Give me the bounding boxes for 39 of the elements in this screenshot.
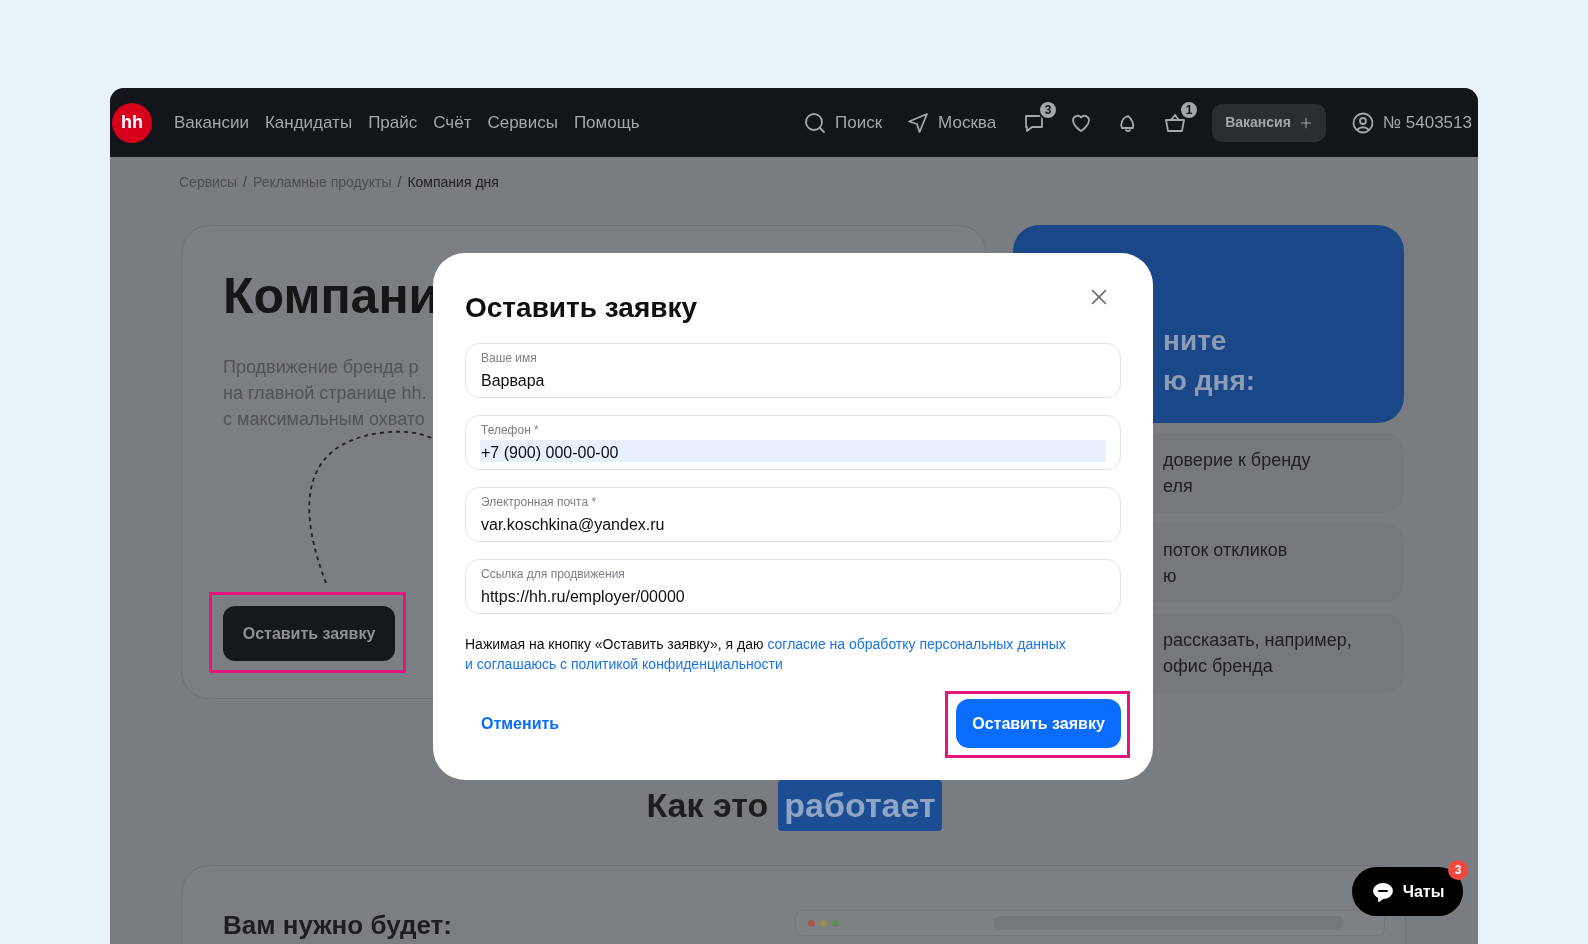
field-label: Электронная почта * xyxy=(481,495,597,510)
consent-text: Нажимая на кнопку «Оставить заявку», я даю согласие на обработку персональных данных и соглашаюсь с политикой конфиденциальности xyxy=(465,635,1067,674)
promo-title: ните ю дня: xyxy=(1163,324,1257,398)
city-link[interactable]: Москва xyxy=(906,109,997,136)
nav-link[interactable]: Прайс xyxy=(368,109,418,136)
requirements-title: Вам нужно будет: xyxy=(223,909,452,942)
nav-link[interactable]: Сервисы xyxy=(487,109,558,136)
benefit-text: доверие к бренду еля xyxy=(1163,449,1312,498)
consent-link[interactable]: согласие на обработку персональных данных xyxy=(767,636,1066,652)
submit-button[interactable]: Оставить заявку xyxy=(956,699,1121,748)
breadcrumb-current[interactable]: Компания дня xyxy=(407,172,499,193)
logo[interactable]: hh xyxy=(112,102,152,143)
count-badge: 1 xyxy=(1179,99,1200,120)
search-link[interactable]: Поиск xyxy=(802,109,883,136)
account-link[interactable]: № 5403513 xyxy=(1350,109,1472,136)
nav-link[interactable]: Вакансии xyxy=(174,109,249,136)
breadcrumb-separator: / xyxy=(243,173,247,192)
consent-link[interactable]: и соглашаюсь с политикой конфиденциальности xyxy=(465,656,783,672)
submit-request-button[interactable]: Оставить заявку xyxy=(223,606,395,661)
modal-title: Оставить заявку xyxy=(465,291,698,325)
hero-title: Компани xyxy=(223,267,440,326)
nav-link[interactable]: Кандидаты xyxy=(264,109,353,136)
plus-icon xyxy=(1298,115,1313,130)
benefit-text: рассказать, например, офис бренда xyxy=(1163,629,1353,678)
user-icon xyxy=(1350,110,1375,135)
search-icon xyxy=(802,110,827,135)
nav-link[interactable]: Помощь xyxy=(573,109,640,136)
field-label: Ссылка для продвижения xyxy=(481,567,625,582)
create-vacancy-button[interactable]: Вакансия xyxy=(1212,103,1326,142)
navigation-arrow-icon xyxy=(906,110,931,135)
count-badge: 3 xyxy=(1038,99,1059,120)
benefit-text: поток откликов ю xyxy=(1163,539,1289,588)
section-heading: Как это xyxy=(646,785,769,826)
cancel-button[interactable]: Отменить xyxy=(481,711,560,736)
nav-link[interactable]: Счёт xyxy=(433,109,472,136)
breadcrumb-separator: / xyxy=(397,173,402,192)
highlighted-word: работает xyxy=(778,780,942,831)
field-label: Ваше имя xyxy=(481,351,537,366)
field-label: Телефон * xyxy=(481,423,539,438)
